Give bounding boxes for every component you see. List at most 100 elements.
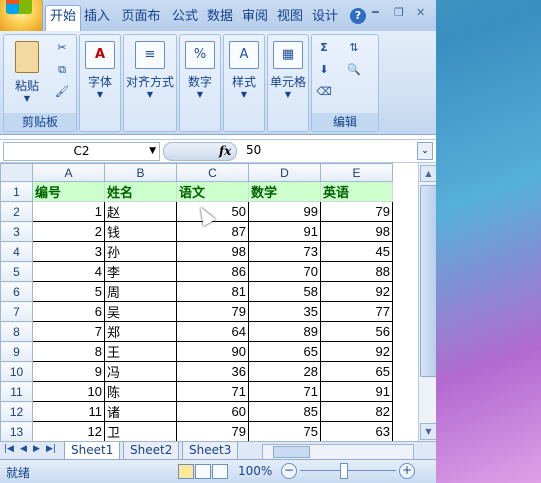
cell[interactable]: 79 <box>176 301 249 322</box>
tab-page-layout[interactable]: 页面布局 <box>116 6 166 28</box>
cell[interactable]: 周 <box>104 281 177 302</box>
cell[interactable]: 4 <box>32 261 105 282</box>
cell[interactable]: 王 <box>104 341 177 362</box>
cell[interactable]: 赵 <box>104 201 177 222</box>
cell[interactable]: 75 <box>248 421 321 441</box>
cell[interactable]: 81 <box>176 281 249 302</box>
row-header[interactable]: 10 <box>0 361 33 382</box>
cell[interactable]: 12 <box>32 421 105 441</box>
cell[interactable]: 91 <box>320 381 393 402</box>
tab-home[interactable]: 开始 <box>45 5 81 32</box>
cell[interactable]: 87 <box>176 221 249 242</box>
restore-icon[interactable]: ❐ <box>394 6 404 19</box>
column-header[interactable]: B <box>104 163 177 182</box>
cell[interactable]: 64 <box>176 321 249 342</box>
cell[interactable]: 79 <box>320 201 393 222</box>
cell[interactable]: 吴 <box>104 301 177 322</box>
cell[interactable]: 58 <box>248 281 321 302</box>
cell[interactable]: 56 <box>320 321 393 342</box>
cell[interactable]: 10 <box>32 381 105 402</box>
cell[interactable]: 71 <box>248 381 321 402</box>
row-header[interactable]: 6 <box>0 281 33 302</box>
page-break-view-icon[interactable] <box>212 464 228 479</box>
tab-data[interactable]: 数据 <box>205 6 235 28</box>
sort-filter-icon[interactable]: ⇅ <box>346 41 362 55</box>
cell[interactable]: 陈 <box>104 381 177 402</box>
horizontal-scroll-thumb[interactable] <box>273 446 310 458</box>
column-header[interactable]: D <box>248 163 321 182</box>
zoom-out-icon[interactable]: − <box>281 463 297 479</box>
row-header[interactable]: 1 <box>0 181 33 202</box>
cell[interactable]: 90 <box>176 341 249 362</box>
cell[interactable]: 数学 <box>248 181 321 202</box>
cell[interactable]: 65 <box>248 341 321 362</box>
cell[interactable]: 65 <box>320 361 393 382</box>
cell[interactable]: 1 <box>32 201 105 222</box>
chevron-down-icon[interactable]: ▼ <box>149 143 156 160</box>
sheet-tab-2[interactable]: Sheet2 <box>123 442 180 460</box>
cell[interactable]: 92 <box>320 281 393 302</box>
cell[interactable]: 8 <box>32 341 105 362</box>
cell[interactable]: 85 <box>248 401 321 422</box>
cell[interactable]: 45 <box>320 241 393 262</box>
cell[interactable]: 79 <box>176 421 249 441</box>
format-painter-icon[interactable]: 🖌 <box>54 85 70 99</box>
cell[interactable]: 7 <box>32 321 105 342</box>
cell[interactable]: 36 <box>176 361 249 382</box>
zoom-slider[interactable] <box>300 470 396 471</box>
find-icon[interactable]: 🔍 <box>346 63 362 77</box>
cell[interactable]: 6 <box>32 301 105 322</box>
column-header[interactable]: A <box>32 163 105 182</box>
tab-design[interactable]: 设计 <box>310 6 340 28</box>
formula-input[interactable]: 50 <box>246 142 261 159</box>
cell[interactable]: 诸 <box>104 401 177 422</box>
fill-icon[interactable]: ⬇ <box>316 63 332 77</box>
cell[interactable]: 71 <box>176 381 249 402</box>
sheet-tab-1[interactable]: Sheet1 <box>64 442 121 460</box>
row-header[interactable]: 4 <box>0 241 33 262</box>
insert-function-icon[interactable]: fx <box>219 143 231 160</box>
tab-formulas[interactable]: 公式 <box>170 6 200 28</box>
row-header[interactable]: 8 <box>0 321 33 342</box>
clear-icon[interactable]: ⌫ <box>316 85 332 99</box>
tab-insert[interactable]: 插入 <box>82 6 112 28</box>
cell[interactable]: 60 <box>176 401 249 422</box>
prev-sheet-icon[interactable]: ◀ <box>20 444 27 454</box>
cell[interactable]: 郑 <box>104 321 177 342</box>
cell[interactable]: 73 <box>248 241 321 262</box>
help-icon[interactable]: ? <box>350 8 366 24</box>
styles-button[interactable]: A 样式 ▼ <box>228 41 260 99</box>
worksheet-grid[interactable]: A B C D E 1 编号 姓名 语文 数学 英语 2 1 赵 50 99 79 3 2 钱 87 91 98 4… <box>0 163 418 441</box>
cell[interactable]: 卫 <box>104 421 177 441</box>
cell[interactable]: 98 <box>176 241 249 262</box>
cell[interactable]: 3 <box>32 241 105 262</box>
cell[interactable]: 28 <box>248 361 321 382</box>
sheet-tab-3[interactable]: Sheet3 <box>182 442 239 460</box>
tab-view[interactable]: 视图 <box>275 6 305 28</box>
scroll-down-icon[interactable]: ▼ <box>420 423 436 440</box>
row-header[interactable]: 7 <box>0 301 33 322</box>
zoom-in-icon[interactable]: + <box>399 463 415 479</box>
row-header[interactable]: 5 <box>0 261 33 282</box>
row-header[interactable]: 13 <box>0 421 33 441</box>
cell[interactable]: 英语 <box>320 181 393 202</box>
tab-review[interactable]: 审阅 <box>240 6 270 28</box>
paste-button[interactable]: 粘贴 ▼ <box>10 41 44 103</box>
column-header[interactable]: C <box>176 163 249 182</box>
cell[interactable]: 2 <box>32 221 105 242</box>
close-icon[interactable]: ✕ <box>416 6 425 19</box>
cell[interactable]: 98 <box>320 221 393 242</box>
cell[interactable]: 89 <box>248 321 321 342</box>
cell[interactable]: 70 <box>248 261 321 282</box>
font-button[interactable]: A 字体 ▼ <box>84 41 116 99</box>
name-box[interactable]: C2 ▼ <box>3 142 160 161</box>
select-all-corner[interactable] <box>0 163 33 182</box>
scroll-thumb[interactable] <box>420 185 436 377</box>
cell[interactable]: 92 <box>320 341 393 362</box>
cell[interactable]: 姓名 <box>104 181 177 202</box>
cut-icon[interactable]: ✂ <box>54 41 70 55</box>
cell[interactable]: 李 <box>104 261 177 282</box>
cell[interactable]: 63 <box>320 421 393 441</box>
cell[interactable]: 11 <box>32 401 105 422</box>
minimize-icon[interactable]: ━ <box>372 6 379 19</box>
